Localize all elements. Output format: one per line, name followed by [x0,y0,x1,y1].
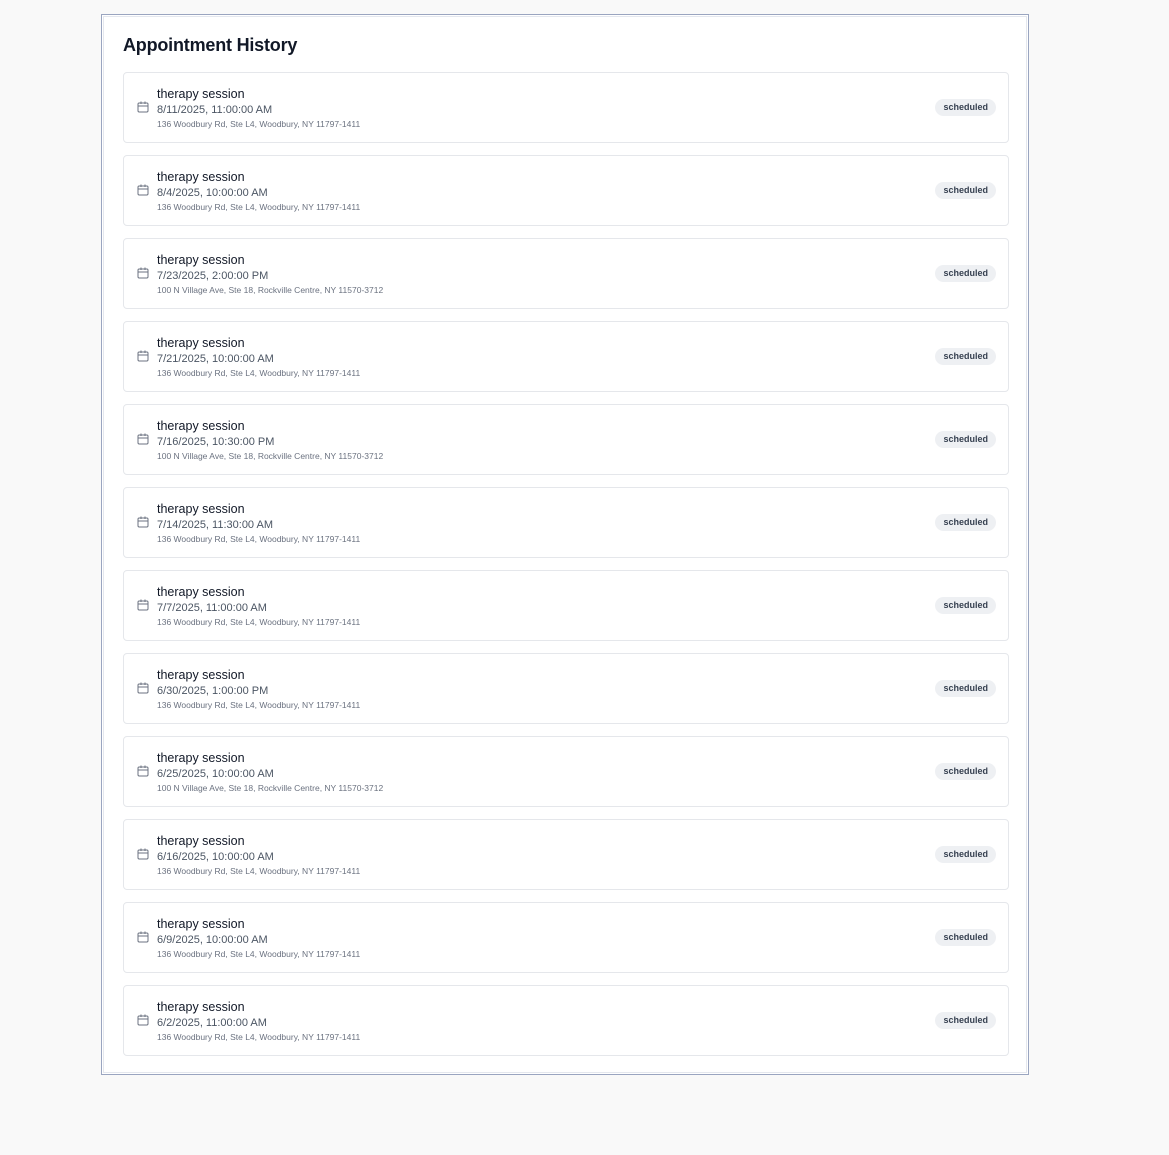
appointment-title: therapy session [157,917,245,931]
calendar-icon [137,765,149,777]
status-badge: scheduled [935,763,996,780]
appointment-item[interactable]: therapy session 8/4/2025, 10:00:00 AM 13… [123,155,1009,226]
appointment-address: 100 N Village Ave, Ste 18, Rockville Cen… [157,285,384,295]
status-badge: scheduled [935,348,996,365]
appointment-address: 136 Woodbury Rd, Ste L4, Woodbury, NY 11… [157,866,361,876]
appointment-datetime: 7/21/2025, 10:00:00 AM [157,353,274,365]
appointment-item[interactable]: therapy session 6/2/2025, 11:00:00 AM 13… [123,985,1009,1056]
appointment-details: therapy session 8/11/2025, 11:00:00 AM 1… [157,86,360,130]
appointment-item[interactable]: therapy session 6/9/2025, 10:00:00 AM 13… [123,902,1009,973]
appointment-item[interactable]: therapy session 7/14/2025, 11:30:00 AM 1… [123,487,1009,558]
appointment-title: therapy session [157,87,245,101]
appointment-address: 136 Woodbury Rd, Ste L4, Woodbury, NY 11… [157,368,361,378]
status-badge: scheduled [935,597,996,614]
appointment-address: 136 Woodbury Rd, Ste L4, Woodbury, NY 11… [157,119,361,129]
appointment-details: therapy session 6/25/2025, 10:00:00 AM 1… [157,750,383,794]
appointment-details: therapy session 6/30/2025, 1:00:00 PM 13… [157,667,360,711]
calendar-icon [137,599,149,611]
appointment-item[interactable]: therapy session 6/30/2025, 1:00:00 PM 13… [123,653,1009,724]
appointment-details: therapy session 6/2/2025, 11:00:00 AM 13… [157,999,360,1043]
appointment-address: 100 N Village Ave, Ste 18, Rockville Cen… [157,451,384,461]
calendar-icon [137,267,149,279]
appointment-title: therapy session [157,253,245,267]
appointment-datetime: 7/7/2025, 11:00:00 AM [157,602,267,614]
calendar-icon [137,433,149,445]
appointment-history-panel: Appointment History therapy session 8/11… [101,14,1029,1075]
appointment-address: 100 N Village Ave, Ste 18, Rockville Cen… [157,783,384,793]
appointment-item[interactable]: therapy session 7/7/2025, 11:00:00 AM 13… [123,570,1009,641]
status-badge: scheduled [935,929,996,946]
appointment-datetime: 8/4/2025, 10:00:00 AM [157,187,268,199]
status-badge: scheduled [935,431,996,448]
appointment-title: therapy session [157,585,245,599]
appointment-title: therapy session [157,502,245,516]
appointment-datetime: 7/14/2025, 11:30:00 AM [157,519,273,531]
appointment-details: therapy session 7/14/2025, 11:30:00 AM 1… [157,501,360,545]
appointment-title: therapy session [157,419,245,433]
appointment-item[interactable]: therapy session 6/25/2025, 10:00:00 AM 1… [123,736,1009,807]
appointment-datetime: 7/16/2025, 10:30:00 PM [157,436,275,448]
appointment-details: therapy session 7/23/2025, 2:00:00 PM 10… [157,252,383,296]
appointment-title: therapy session [157,336,245,350]
appointment-list: therapy session 8/11/2025, 11:00:00 AM 1… [123,72,1009,1068]
status-badge: scheduled [935,1012,996,1029]
status-badge: scheduled [935,99,996,116]
appointment-datetime: 6/16/2025, 10:00:00 AM [157,851,274,863]
appointment-item[interactable]: therapy session 8/11/2025, 11:00:00 AM 1… [123,72,1009,143]
appointment-item[interactable]: therapy session 6/16/2025, 10:00:00 AM 1… [123,819,1009,890]
appointment-datetime: 6/9/2025, 10:00:00 AM [157,934,268,946]
calendar-icon [137,184,149,196]
appointment-datetime: 8/11/2025, 11:00:00 AM [157,104,273,116]
appointment-title: therapy session [157,751,245,765]
appointment-datetime: 6/2/2025, 11:00:00 AM [157,1017,267,1029]
status-badge: scheduled [935,514,996,531]
appointment-address: 136 Woodbury Rd, Ste L4, Woodbury, NY 11… [157,700,361,710]
calendar-icon [137,931,149,943]
appointment-datetime: 7/23/2025, 2:00:00 PM [157,270,269,282]
calendar-icon [137,101,149,113]
calendar-icon [137,848,149,860]
appointment-title: therapy session [157,668,245,682]
calendar-icon [137,350,149,362]
calendar-icon [137,682,149,694]
appointment-details: therapy session 7/21/2025, 10:00:00 AM 1… [157,335,360,379]
appointment-title: therapy session [157,834,245,848]
appointment-details: therapy session 6/16/2025, 10:00:00 AM 1… [157,833,360,877]
appointment-title: therapy session [157,170,245,184]
calendar-icon [137,516,149,528]
appointment-details: therapy session 7/16/2025, 10:30:00 PM 1… [157,418,383,462]
calendar-icon [137,1014,149,1026]
appointment-datetime: 6/30/2025, 1:00:00 PM [157,685,269,697]
page-title: Appointment History [123,35,298,55]
appointment-item[interactable]: therapy session 7/21/2025, 10:00:00 AM 1… [123,321,1009,392]
appointment-title: therapy session [157,1000,245,1014]
appointment-address: 136 Woodbury Rd, Ste L4, Woodbury, NY 11… [157,949,361,959]
appointment-address: 136 Woodbury Rd, Ste L4, Woodbury, NY 11… [157,1032,361,1042]
appointment-item[interactable]: therapy session 7/16/2025, 10:30:00 PM 1… [123,404,1009,475]
appointment-datetime: 6/25/2025, 10:00:00 AM [157,768,274,780]
appointment-details: therapy session 6/9/2025, 10:00:00 AM 13… [157,916,360,960]
appointment-details: therapy session 8/4/2025, 10:00:00 AM 13… [157,169,360,213]
appointment-address: 136 Woodbury Rd, Ste L4, Woodbury, NY 11… [157,202,361,212]
appointment-address: 136 Woodbury Rd, Ste L4, Woodbury, NY 11… [157,617,361,627]
status-badge: scheduled [935,680,996,697]
status-badge: scheduled [935,182,996,199]
appointment-details: therapy session 7/7/2025, 11:00:00 AM 13… [157,584,360,628]
appointment-item[interactable]: therapy session 7/23/2025, 2:00:00 PM 10… [123,238,1009,309]
status-badge: scheduled [935,265,996,282]
status-badge: scheduled [935,846,996,863]
appointment-address: 136 Woodbury Rd, Ste L4, Woodbury, NY 11… [157,534,361,544]
